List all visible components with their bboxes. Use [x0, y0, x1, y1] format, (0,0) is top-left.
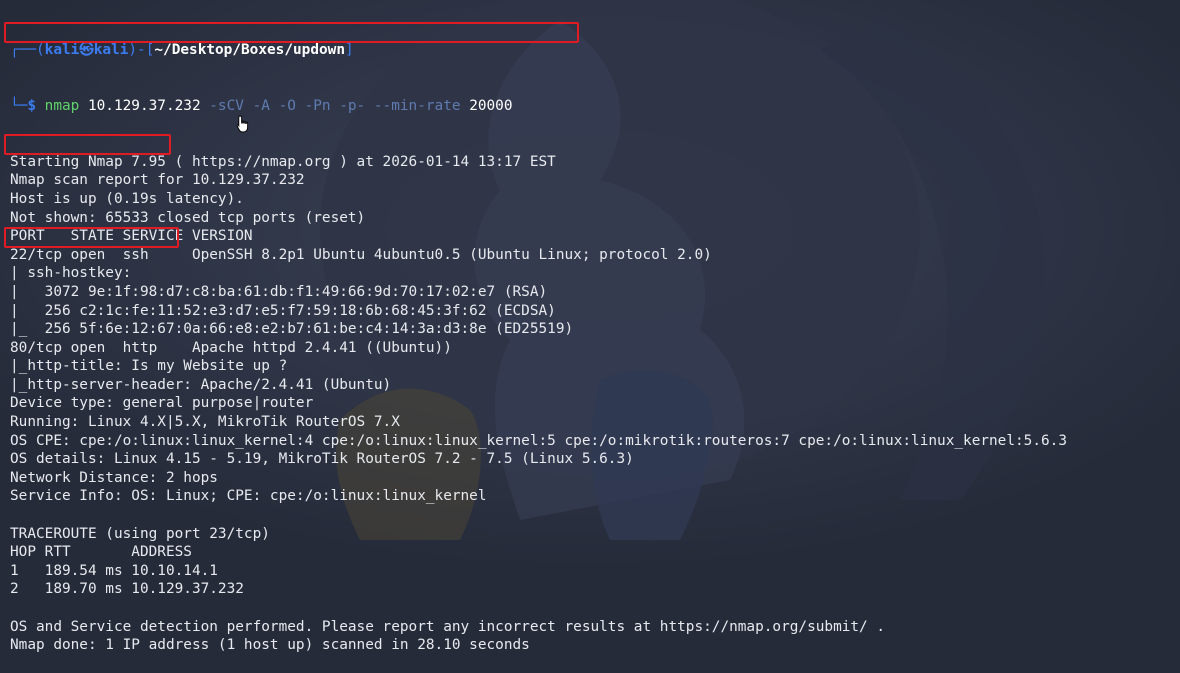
output-line: | ssh-hostkey: [10, 265, 140, 282]
output-line: Nmap done: 1 IP address (1 host up) scan… [10, 637, 530, 654]
output-line: |_ 256 5f:6e:12:67:0a:66:e8:e2:b7:61:be:… [10, 321, 574, 338]
output-line: Starting Nmap 7.95 ( https://nmap.org ) … [10, 153, 556, 170]
highlight-port-80 [4, 227, 179, 248]
mouse-pointer-icon [236, 115, 249, 133]
output-line: | 256 c2:1c:fe:11:52:e3:d7:e5:f7:59:18:6… [10, 302, 556, 319]
prompt-dollar: $ [27, 97, 45, 114]
output-line: |_http-server-header: Apache/2.4.41 (Ubu… [10, 376, 392, 393]
command-rate: 20000 [460, 97, 513, 114]
output-line: HOP RTT ADDRESS [10, 544, 192, 561]
prompt-bracket-end: ] [344, 42, 354, 59]
terminal-output: ┌──(kali㉿kali)-[~/Desktop/Boxes/updown] … [10, 4, 1067, 673]
output-line: 80/tcp open http Apache httpd 2.4.41 ((U… [10, 339, 452, 356]
output-line: OS details: Linux 4.15 - 5.19, MikroTik … [10, 451, 634, 468]
output-line: OS CPE: cpe:/o:linux:linux_kernel:4 cpe:… [10, 432, 1067, 449]
prompt-bracket: )-[ [128, 42, 155, 59]
output-line: Host is up (0.19s latency). [10, 190, 244, 207]
command-program: nmap [44, 97, 80, 114]
output-line: Running: Linux 4.X|5.X, MikroTik RouterO… [10, 414, 400, 431]
output-line: 1 189.54 ms 10.10.14.1 [10, 562, 218, 579]
output-line: 2 189.70 ms 10.129.37.232 [10, 581, 244, 598]
output-line: 22/tcp open ssh OpenSSH 8.2p1 Ubuntu 4ub… [10, 246, 712, 263]
output-line: OS and Service detection performed. Plea… [10, 618, 886, 635]
output-line: Nmap scan report for 10.129.37.232 [10, 172, 305, 189]
highlight-port-22 [4, 134, 171, 155]
output-line: Not shown: 65533 closed tcp ports (reset… [10, 209, 366, 226]
prompt-top-line: ┌──(kali㉿kali)-[~/Desktop/Boxes/updown] [10, 41, 1067, 60]
prompt-frame: ┌──( [10, 42, 45, 59]
prompt-frame-bottom: └─ [10, 97, 28, 114]
output-line: Service Info: OS: Linux; CPE: cpe:/o:lin… [10, 488, 487, 505]
output-line: |_http-title: Is my Website up ? [10, 358, 288, 375]
output-line: Network Distance: 2 hops [10, 469, 218, 486]
command-options: -sCV -A -O -Pn -p- --min-rate [200, 97, 461, 114]
command-line: └─$ nmap 10.129.37.232 -sCV -A -O -Pn -p… [10, 97, 1067, 116]
prompt-at-symbol: ㉿ [79, 42, 94, 59]
output-line: Device type: general purpose|router [10, 395, 314, 412]
prompt-host: kali [93, 42, 129, 59]
command-target: 10.129.37.232 [79, 97, 201, 114]
output-line: TRACEROUTE (using port 23/tcp) [10, 525, 270, 542]
output-line: | 3072 9e:1f:98:d7:c8:ba:61:db:f1:49:66:… [10, 283, 548, 300]
highlight-command [4, 22, 579, 43]
prompt-user: kali [44, 42, 80, 59]
prompt-path: ~/Desktop/Boxes/updown [154, 42, 345, 59]
